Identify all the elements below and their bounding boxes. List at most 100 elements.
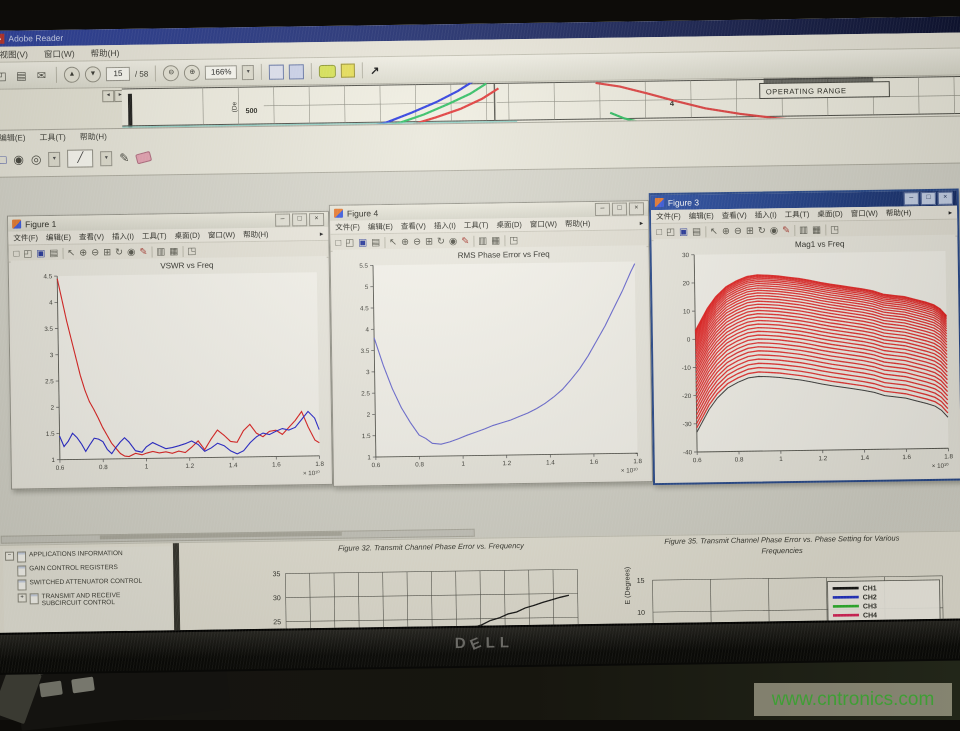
bookmark-switched-attenuator-control[interactable]: SWITCHED ATTENUATOR CONTROL xyxy=(17,578,151,591)
menu-file[interactable]: 文件(F) xyxy=(335,221,360,232)
menu-window[interactable]: 窗口(W) xyxy=(851,208,878,219)
maximize-button[interactable]: □ xyxy=(612,202,627,215)
legend-icon[interactable]: ▦ xyxy=(491,235,500,246)
menu-edit[interactable]: 编辑(E) xyxy=(46,232,71,243)
expand-icon[interactable]: + xyxy=(18,593,27,602)
menu-tools[interactable]: 工具(T) xyxy=(785,209,810,220)
scrollbar-thumb[interactable] xyxy=(100,532,342,540)
dock-icon[interactable]: ◳ xyxy=(187,245,196,256)
new-figure-icon[interactable]: □ xyxy=(335,237,341,248)
plot-area[interactable]: Mag1 vs Freq0.60.811.21.41.61.8-40-30-20… xyxy=(653,235,959,481)
menu-overflow-icon[interactable]: ▸ xyxy=(640,219,644,227)
cursor-icon[interactable]: ↖ xyxy=(389,236,397,247)
cursor-icon[interactable]: ↖ xyxy=(67,247,75,258)
print-icon[interactable]: ▤ xyxy=(371,237,380,248)
save-icon[interactable]: ▣ xyxy=(679,226,688,237)
save-icon[interactable]: ▣ xyxy=(36,248,45,259)
fit-width-button[interactable] xyxy=(269,64,284,79)
figure3-window[interactable]: Figure 3 – □ × 文件(F) 编辑(E) 查看(V) 插入(I) 工… xyxy=(649,189,960,486)
menu-view[interactable]: 查看(V) xyxy=(401,220,426,231)
brush-icon[interactable]: ✎ xyxy=(782,225,790,236)
zoom-out-button[interactable]: ⊖ xyxy=(163,65,179,81)
data-cursor-icon[interactable]: ◉ xyxy=(770,225,778,236)
brush-icon[interactable]: ✎ xyxy=(461,235,469,246)
zoom-out-icon[interactable]: ⊖ xyxy=(734,225,742,236)
bookmark-applications-information[interactable]: − APPLICATIONS INFORMATION xyxy=(5,550,139,563)
stamp-icon[interactable]: ◉ xyxy=(13,152,24,166)
data-cursor-icon[interactable]: ◉ xyxy=(127,246,135,257)
menu-tools[interactable]: 工具(T) xyxy=(39,131,65,142)
new-figure-icon[interactable]: □ xyxy=(13,248,19,259)
open-icon[interactable]: ◰ xyxy=(345,237,354,248)
zoom-in-icon[interactable]: ⊕ xyxy=(401,236,409,247)
previous-page-button[interactable]: ▲ xyxy=(64,67,80,83)
rotate-icon[interactable]: ↻ xyxy=(758,225,766,236)
print-icon[interactable]: ▤ xyxy=(49,247,58,258)
bookmark-gain-control-registers[interactable]: GAIN CONTROL REGISTERS xyxy=(17,564,151,577)
line-dropdown-button[interactable]: ▾ xyxy=(100,151,112,166)
dock-icon[interactable]: ◳ xyxy=(830,224,839,235)
pan-icon[interactable]: ⊞ xyxy=(425,236,433,247)
plot-area[interactable]: VSWR vs Freq0.60.811.21.41.61.811.522.53… xyxy=(11,256,330,487)
menu-desktop[interactable]: 桌面(D) xyxy=(496,219,522,230)
collapse-icon[interactable]: − xyxy=(5,552,14,561)
menu-insert[interactable]: 插入(I) xyxy=(755,209,777,220)
menu-help[interactable]: 帮助(H) xyxy=(80,131,107,142)
menu-window[interactable]: 窗口(W) xyxy=(44,47,75,59)
menu-overflow-icon[interactable]: ▸ xyxy=(320,229,324,237)
eraser-icon[interactable] xyxy=(135,151,152,165)
shape-dropdown-button[interactable]: ▾ xyxy=(48,151,60,166)
menu-help[interactable]: 帮助(H) xyxy=(243,229,269,240)
colorbar-icon[interactable]: ▥ xyxy=(799,224,808,235)
menu-tools[interactable]: 工具(T) xyxy=(464,220,489,231)
zoom-in-icon[interactable]: ⊕ xyxy=(79,247,87,258)
open-icon[interactable]: ◰ xyxy=(0,69,9,82)
minimize-button[interactable]: – xyxy=(595,203,610,216)
menu-insert[interactable]: 插入(I) xyxy=(434,220,456,231)
zoom-out-icon[interactable]: ⊖ xyxy=(413,236,421,247)
legend-icon[interactable]: ▦ xyxy=(812,224,821,235)
open-icon[interactable]: ◰ xyxy=(23,248,32,259)
zoom-dropdown-button[interactable]: ▾ xyxy=(242,64,254,79)
pen-icon[interactable]: ✎ xyxy=(119,151,129,165)
legend-icon[interactable]: ▦ xyxy=(169,246,178,257)
shape-icon[interactable]: ◎ xyxy=(31,152,42,166)
fit-page-button[interactable] xyxy=(289,64,304,79)
plot-area[interactable]: RMS Phase Error vs Freq0.60.811.21.41.61… xyxy=(333,245,650,484)
maximize-button[interactable]: □ xyxy=(292,213,307,226)
zoom-level-input[interactable]: 166% xyxy=(205,65,237,79)
pdf-bottom-region[interactable]: − APPLICATIONS INFORMATION GAIN CONTROL … xyxy=(0,530,960,632)
bookmark-transmit-receive-subcircuit[interactable]: + TRANSMIT AND RECEIVE SUBCIRCUIT CONTRO… xyxy=(18,592,152,608)
menu-view[interactable]: 查看(V) xyxy=(722,210,747,221)
brush-icon[interactable]: ✎ xyxy=(139,246,147,257)
menu-desktop[interactable]: 桌面(D) xyxy=(817,208,843,219)
menu-window[interactable]: 窗口(W) xyxy=(530,219,557,230)
cursor-icon[interactable]: ↖ xyxy=(710,226,718,237)
zoom-in-button[interactable]: ⊕ xyxy=(184,65,200,81)
data-cursor-icon[interactable]: ◉ xyxy=(449,236,457,247)
menu-edit[interactable]: 编辑(E) xyxy=(0,132,26,143)
menu-help[interactable]: 帮助(H) xyxy=(565,218,591,229)
email-icon[interactable]: ✉ xyxy=(34,69,49,82)
menu-edit[interactable]: 编辑(E) xyxy=(689,210,714,221)
colorbar-icon[interactable]: ▥ xyxy=(478,235,487,246)
close-button[interactable]: × xyxy=(629,202,644,215)
minimize-button[interactable]: – xyxy=(275,213,290,226)
close-button[interactable]: × xyxy=(938,192,953,205)
figure1-window[interactable]: Figure 1 – □ × 文件(F) 编辑(E) 查看(V) 插入(I) 工… xyxy=(7,211,333,490)
menu-desktop[interactable]: 桌面(D) xyxy=(174,230,200,241)
new-figure-icon[interactable]: □ xyxy=(656,226,662,237)
next-page-button[interactable]: ▼ xyxy=(85,66,101,82)
maximize-button[interactable]: □ xyxy=(921,192,936,205)
dock-icon[interactable]: ◳ xyxy=(509,235,518,246)
menu-file[interactable]: 文件(F) xyxy=(656,211,681,222)
print-icon[interactable]: ▤ xyxy=(692,226,701,237)
pan-icon[interactable]: ⊞ xyxy=(103,247,111,258)
menu-help[interactable]: 帮助(H) xyxy=(886,207,912,218)
panel-splitter[interactable] xyxy=(173,543,180,633)
rotate-icon[interactable]: ↻ xyxy=(437,236,445,247)
figure4-window[interactable]: Figure 4 – □ × 文件(F) 编辑(E) 查看(V) 插入(I) 工… xyxy=(329,200,653,487)
menu-view[interactable]: 查看(V) xyxy=(79,231,104,242)
menu-insert[interactable]: 插入(I) xyxy=(112,231,134,242)
print-icon[interactable]: ▤ xyxy=(14,69,29,82)
